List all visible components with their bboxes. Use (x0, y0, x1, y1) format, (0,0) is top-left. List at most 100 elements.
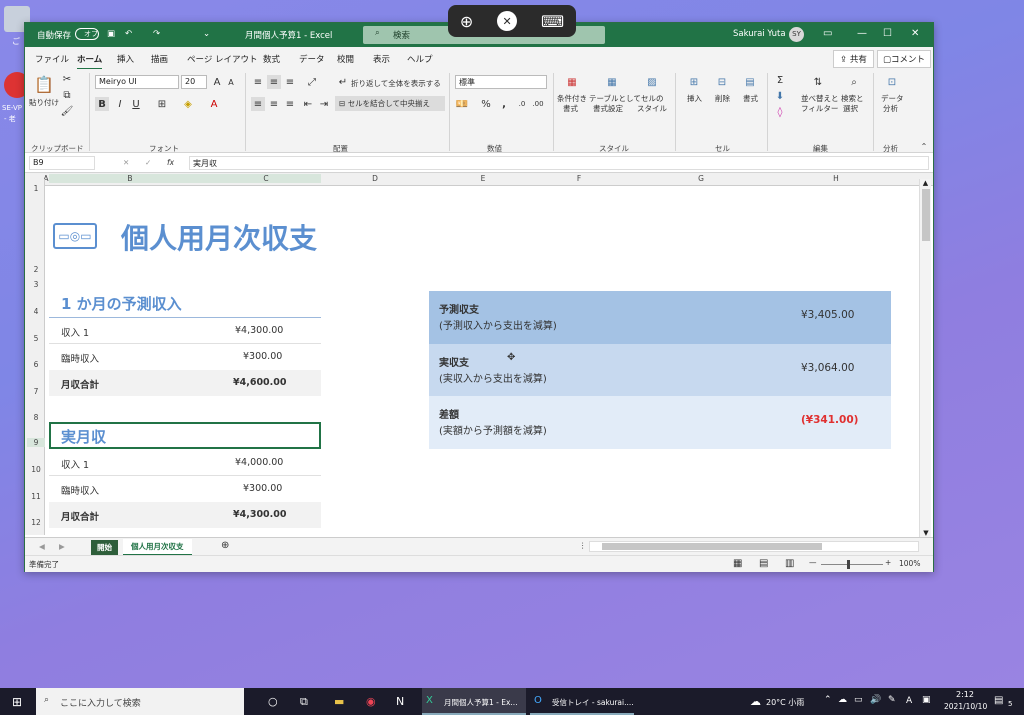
find-select-icon[interactable]: ⌕ (845, 73, 863, 91)
menu-help[interactable]: ヘルプ (407, 53, 433, 65)
tab-start[interactable]: 開始 (91, 540, 118, 555)
page-layout-view-icon[interactable]: ▤ (759, 558, 768, 569)
scroll-up-icon[interactable]: ▲ (920, 179, 931, 187)
tab-next-icon[interactable]: ▶ (59, 542, 65, 551)
h-scroll-thumb[interactable] (602, 543, 822, 550)
weather-text[interactable]: 20°C 小雨 (766, 697, 804, 708)
clock-time[interactable]: 2:12 (956, 690, 974, 699)
remote-desktop-icon[interactable]: ✕ (497, 11, 518, 31)
border-icon[interactable]: ⊞ (155, 97, 169, 111)
formula-input[interactable]: 実月収 (189, 156, 929, 170)
column-header-d[interactable]: D (321, 174, 429, 183)
row-header[interactable]: 9 (27, 438, 45, 447)
normal-view-icon[interactable]: ▦ (733, 558, 742, 569)
minimize-icon[interactable]: — (857, 28, 867, 39)
scroll-thumb[interactable] (921, 189, 930, 241)
align-top-icon[interactable]: ≡ (251, 75, 265, 89)
onedrive-icon[interactable]: ☁ (838, 695, 847, 705)
zoom-in-icon[interactable]: ⊕ (460, 12, 473, 31)
column-header-f[interactable]: F (537, 174, 621, 183)
tab-split-handle[interactable]: ⋮ (579, 541, 587, 550)
share-button[interactable]: ⇪ 共有 (833, 50, 874, 68)
insert-function-button[interactable]: fx (167, 158, 174, 167)
percent-icon[interactable]: % (479, 97, 493, 111)
format-cells-icon[interactable]: ▤ (741, 73, 759, 91)
zoom-slider-thumb[interactable] (847, 560, 850, 569)
page-break-view-icon[interactable]: ▥ (785, 558, 794, 569)
increase-decimal-icon[interactable]: .0 (515, 97, 529, 111)
cell-styles-icon[interactable]: ▨ (643, 73, 661, 91)
comma-icon[interactable]: , (497, 97, 511, 111)
row-header[interactable]: 1 (27, 184, 45, 193)
indent-decrease-icon[interactable]: ⇤ (301, 97, 315, 111)
file-explorer-icon[interactable]: ▬ (334, 695, 344, 708)
indent-increase-icon[interactable]: ⇥ (317, 97, 331, 111)
avatar[interactable]: SY (789, 27, 804, 42)
clear-icon[interactable]: ◊ (773, 105, 787, 119)
font-color-icon[interactable]: A (207, 97, 221, 111)
font-name-select[interactable]: Meiryo UI (95, 75, 179, 89)
chrome-icon[interactable]: ◉ (366, 695, 376, 708)
zoom-out-icon[interactable]: — (809, 558, 817, 567)
ribbon-display-icon[interactable]: ▭ (823, 28, 832, 39)
align-middle-icon[interactable]: ≡ (267, 75, 281, 89)
windows-start-icon[interactable]: ⊞ (12, 695, 22, 709)
taskbar-search[interactable]: ⌕ ここに入力して検索 (36, 688, 244, 715)
notion-icon[interactable]: N (396, 695, 404, 708)
vertical-scrollbar[interactable]: ▲ ▼ (919, 179, 931, 537)
user-name[interactable]: Sakurai Yuta (733, 29, 786, 39)
row-header[interactable]: 8 (27, 413, 45, 422)
align-bottom-icon[interactable]: ≡ (283, 75, 297, 89)
wrap-text-icon[interactable]: ↵ (337, 75, 349, 89)
cancel-icon[interactable]: ✕ (123, 158, 129, 167)
column-header-g[interactable]: G (621, 174, 781, 183)
row-header[interactable]: 2 (27, 265, 45, 274)
tab-monthly-budget[interactable]: 個人用月次収支 (123, 539, 192, 556)
collapse-ribbon-icon[interactable]: ⌃ (919, 141, 929, 151)
scroll-down-icon[interactable]: ▼ (920, 529, 932, 537)
close-icon[interactable]: ✕ (911, 28, 919, 39)
row-header[interactable]: 10 (27, 465, 45, 474)
menu-data[interactable]: データ (299, 53, 325, 65)
tab-prev-icon[interactable]: ◀ (39, 542, 45, 551)
menu-page-layout[interactable]: ページ レイアウト (187, 53, 258, 65)
format-painter-icon[interactable]: 🖌 (61, 105, 74, 117)
column-header-e[interactable]: E (429, 174, 537, 183)
weather-icon[interactable]: ☁ (750, 695, 761, 708)
menu-file[interactable]: ファイル (35, 53, 69, 65)
zoom-slider[interactable] (821, 564, 883, 565)
fill-icon[interactable]: ⬇ (773, 89, 787, 103)
number-format-select[interactable]: 標準 (455, 75, 547, 89)
comment-button[interactable]: ▢コメント (877, 50, 932, 68)
volume-icon[interactable]: 🔊 (870, 695, 881, 705)
delete-cells-button[interactable]: 削除 (715, 93, 730, 104)
network-icon[interactable]: ▭ (854, 695, 863, 705)
notification-icon[interactable]: ▤ (994, 695, 1003, 706)
autosave-toggle[interactable]: オフ (75, 28, 99, 40)
clock-date[interactable]: 2021/10/10 (944, 702, 987, 711)
column-header-h[interactable]: H (781, 174, 891, 183)
save-icon[interactable]: ▣ (107, 29, 115, 39)
row-header[interactable]: 6 (27, 360, 45, 369)
zoom-level[interactable]: 100% (899, 559, 920, 568)
format-cells-button[interactable]: 書式 (743, 93, 758, 104)
cut-icon[interactable]: ✂ (61, 73, 73, 85)
delete-cells-icon[interactable]: ⊟ (713, 73, 731, 91)
align-right-icon[interactable]: ≡ (283, 97, 297, 111)
paste-button[interactable]: 貼り付け (29, 97, 59, 108)
orientation-icon[interactable]: ⤢ (305, 75, 319, 89)
undo-icon[interactable]: ↶ (125, 29, 132, 39)
row-header[interactable]: 12 (27, 518, 45, 527)
insert-cells-button[interactable]: 挿入 (687, 93, 702, 104)
italic-icon[interactable]: I (113, 97, 127, 111)
taskbar-app-outlook[interactable]: O 受信トレイ - sakurai.... (530, 688, 634, 715)
redo-icon[interactable]: ↷ (153, 29, 160, 39)
row-header[interactable]: 3 (27, 280, 45, 289)
column-header-c[interactable]: C (211, 174, 321, 183)
customize-icon[interactable]: ⌄ (203, 29, 210, 39)
enter-icon[interactable]: ✓ (145, 158, 151, 167)
cortana-icon[interactable]: ○ (268, 695, 278, 708)
name-box[interactable]: B9 (29, 156, 95, 170)
row-header[interactable]: 4 (27, 307, 45, 316)
align-left-icon[interactable]: ≡ (251, 97, 265, 111)
